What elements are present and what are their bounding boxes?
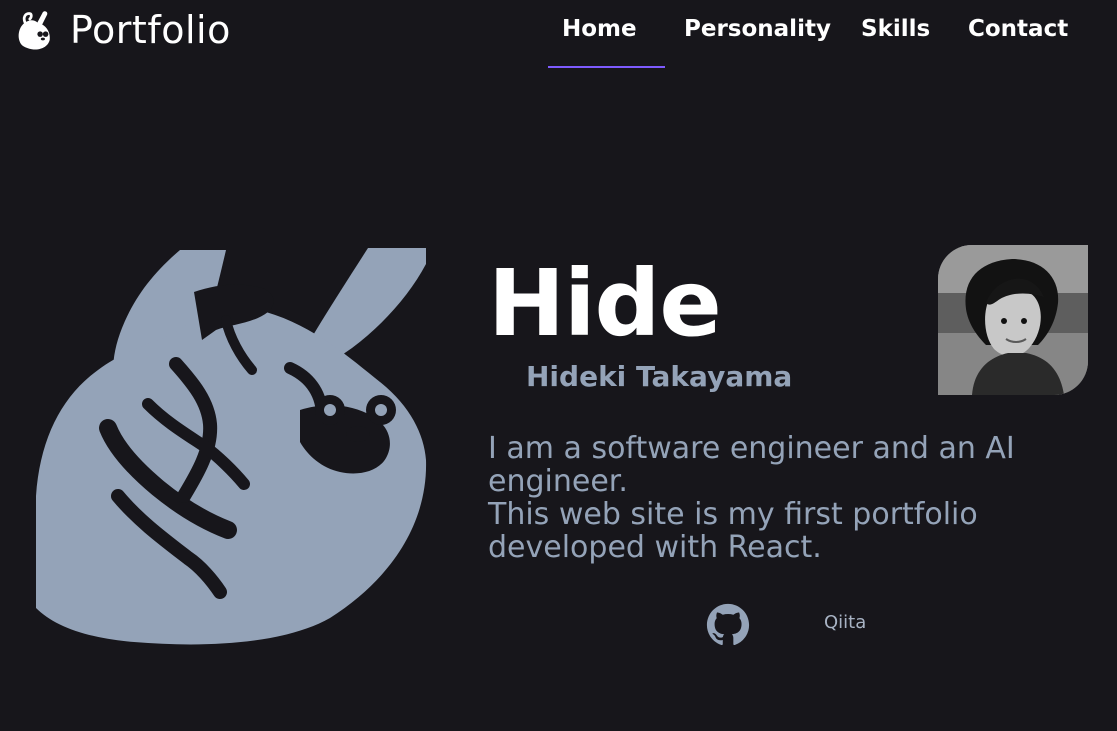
brand-title: Portfolio [70,8,231,52]
hero-fullname: Hideki Takayama [526,360,793,393]
hero-name: Hide [488,250,722,357]
bio-line: This web site is my first portfolio [488,497,978,532]
profile-photo [938,245,1088,395]
main-nav: Home Personality Skills Contact [517,0,1117,70]
github-icon[interactable] [706,603,750,647]
portfolio-page: Portfolio Home Personality Skills Contac… [0,0,1117,731]
nav-home[interactable]: Home [562,12,637,46]
bio: I am a software engineer and an AI engin… [488,432,1048,564]
active-nav-underline [548,66,665,68]
bio-line: engineer. [488,464,628,499]
qiita-link[interactable]: Qiita [824,612,866,633]
bio-line: developed with React. [488,530,822,565]
brand[interactable]: Portfolio [14,6,231,54]
bio-line: I am a software engineer and an AI [488,431,1015,466]
nav-contact[interactable]: Contact [968,12,1068,46]
nav-personality[interactable]: Personality [684,12,831,46]
nav-skills[interactable]: Skills [861,12,930,46]
sloth-icon [18,11,50,50]
sloth-illustration [36,248,427,645]
